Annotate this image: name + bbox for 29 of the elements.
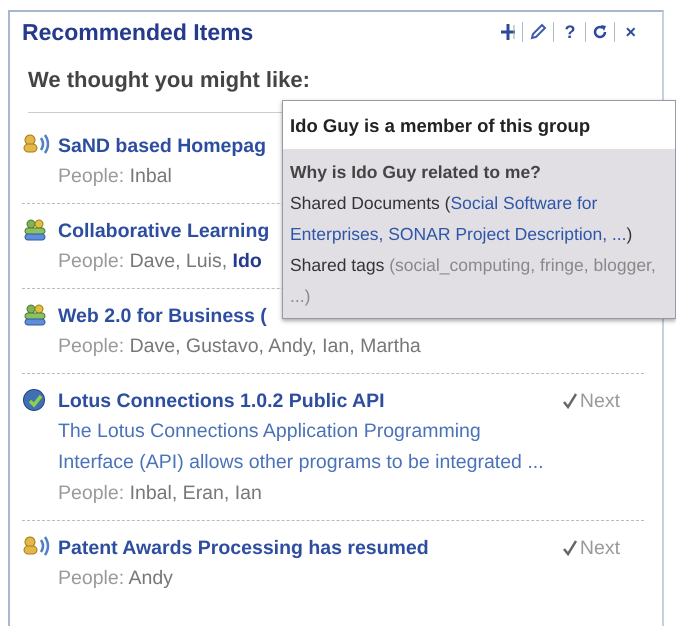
people-list: People: Dave, Gustavo, Andy, Ian, Martha xyxy=(58,331,421,362)
panel-title: Recommended Items xyxy=(22,18,254,46)
community-icon xyxy=(22,303,48,327)
item-title-link[interactable]: Collaborative Learning xyxy=(58,216,270,246)
refresh-icon[interactable] xyxy=(592,24,608,40)
check-icon xyxy=(562,393,578,409)
shared-tags-text: Shared tags (social_computing, fringe, blogger, ...) xyxy=(290,254,657,308)
people-list: People: Dave, Luis, Ido xyxy=(58,246,262,277)
pencil-icon[interactable] xyxy=(529,23,548,41)
item-title-link[interactable]: Lotus Connections 1.0.2 Public API xyxy=(58,386,384,416)
item-title-link[interactable]: Web 2.0 for Business ( xyxy=(58,301,267,331)
tooltip-question: Why is Ido Guy related to me? xyxy=(290,161,542,184)
globe-icon xyxy=(22,388,46,412)
people-list: People: Inbal xyxy=(58,161,172,192)
people-list: People: Andy xyxy=(58,563,173,594)
item-title-link[interactable]: Patent Awards Processing has resumed xyxy=(58,533,429,563)
feed-icon xyxy=(22,133,52,155)
community-icon xyxy=(22,218,48,242)
feed-icon xyxy=(22,535,52,557)
move-icon[interactable] xyxy=(500,23,516,41)
item-description: The Lotus Connections Application Programming Interface (API) allows other programs to be integrated ... xyxy=(58,419,545,475)
heading: We thought you might like: xyxy=(27,66,311,94)
item-title-link[interactable]: SaND based Homepag xyxy=(58,131,266,161)
people-list: People: Inbal, Eran, Ian xyxy=(58,478,262,509)
shared-documents-text: Shared Documents (Social Software for Enterprises, SONAR Project Description, ...) xyxy=(290,192,634,246)
close-button[interactable]: × xyxy=(621,22,640,42)
check-icon xyxy=(562,540,578,556)
tooltip-title: Ido Guy is a member of this group xyxy=(283,101,675,149)
help-button[interactable]: ? xyxy=(560,22,580,42)
